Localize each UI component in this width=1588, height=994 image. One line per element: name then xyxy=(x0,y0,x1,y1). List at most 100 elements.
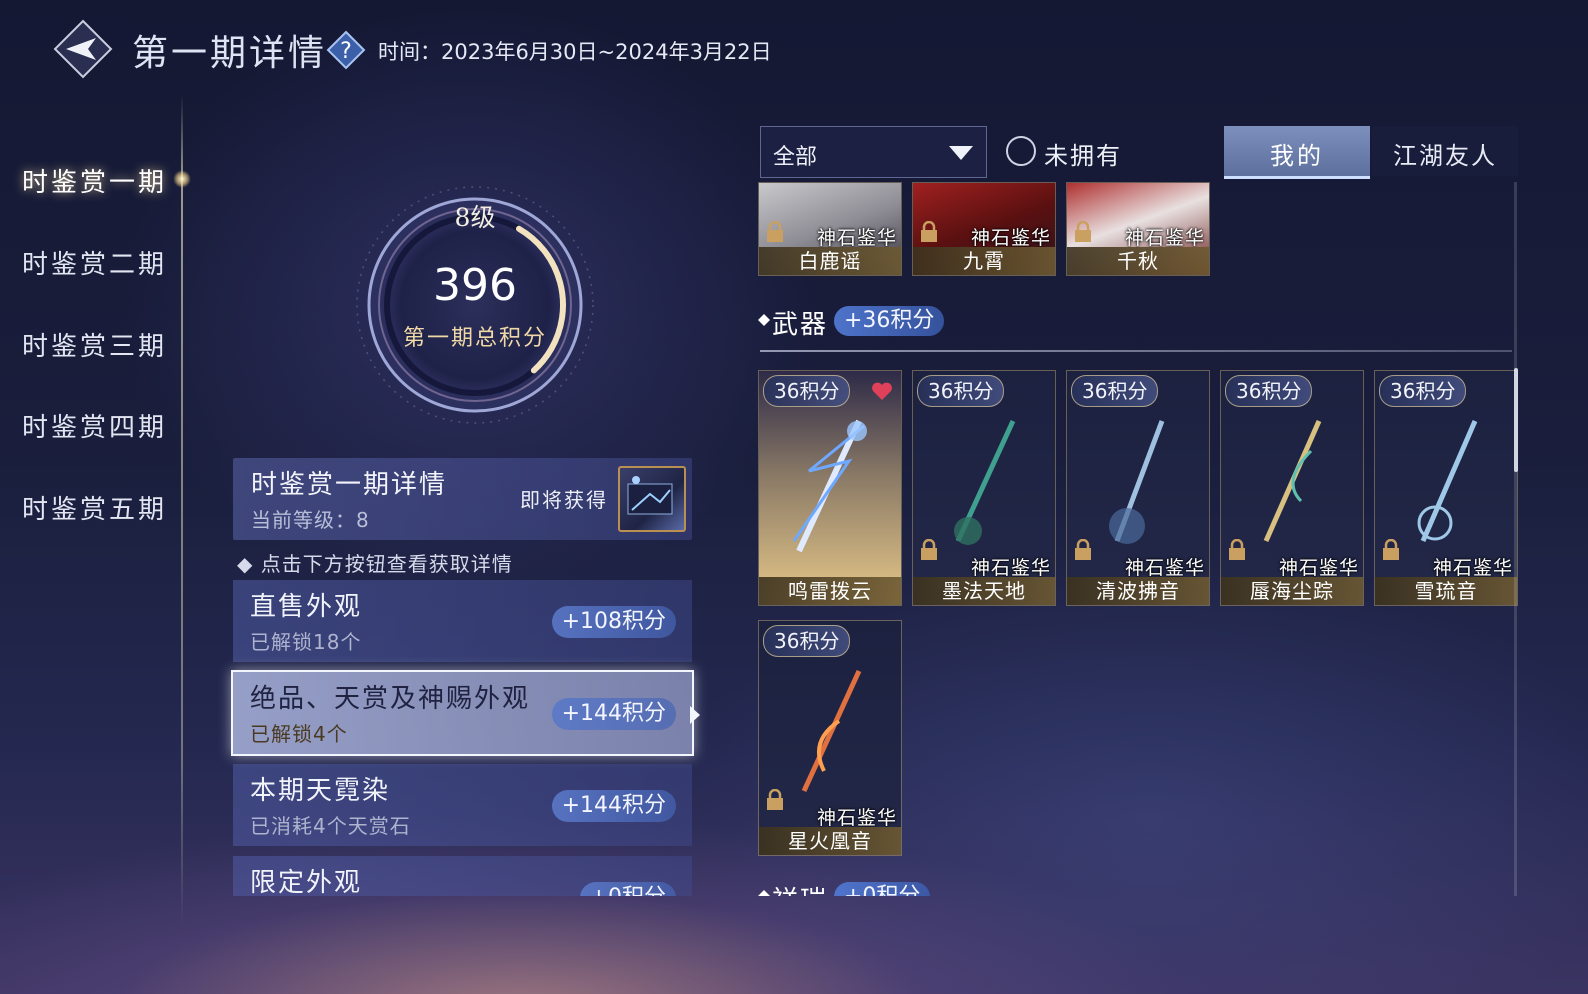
category-dye[interactable]: 本期天霓染 已消耗4个天赏石 +144积分 xyxy=(233,764,692,846)
section-badge-auspicious: +0积分 xyxy=(834,882,931,896)
card-points: 36积分 xyxy=(763,375,851,407)
weapon-image xyxy=(954,419,1016,545)
card-tag: 神石鉴华 xyxy=(970,557,1051,579)
weapon-image xyxy=(792,419,867,553)
scrollbar-track[interactable] xyxy=(1514,182,1517,896)
category-points-badge: +144积分 xyxy=(551,698,676,730)
detail-title: 时鉴赏一期详情 xyxy=(251,470,448,500)
weapon-card-xueliuyin[interactable]: 36积分 神石鉴华 雪琉音 xyxy=(1374,370,1518,606)
category-title: 直售外观 xyxy=(250,592,363,622)
lock-icon xyxy=(1075,221,1091,242)
card-points: 36积分 xyxy=(1071,375,1159,407)
level-label: 8级 xyxy=(454,203,496,232)
lock-icon xyxy=(1383,539,1399,560)
favorite-heart-icon[interactable] xyxy=(871,381,893,401)
card-tag: 神石鉴华 xyxy=(816,807,897,829)
card-tag: 神石鉴华 xyxy=(970,227,1051,249)
card-name: 白鹿谣 xyxy=(759,247,901,275)
help-button[interactable]: ? xyxy=(326,30,366,70)
item-card-qianqiu[interactable]: 神石鉴华 千秋 xyxy=(1066,182,1210,276)
lock-icon xyxy=(767,789,783,810)
total-score: 396 xyxy=(433,260,517,311)
section-diamond-icon xyxy=(758,314,770,326)
section-divider xyxy=(760,350,1512,352)
time-range-label: 时间：2023年6月30日~2024年3月22日 xyxy=(378,40,772,64)
card-tag: 神石鉴华 xyxy=(1124,557,1205,579)
nav-item-period-2[interactable]: 时鉴赏二期 xyxy=(22,244,167,281)
category-direct-sale[interactable]: 直售外观 已解锁18个 +108积分 xyxy=(233,580,692,662)
category-title: 绝品、天赏及神赐外观 xyxy=(250,684,531,714)
svg-text:?: ? xyxy=(340,39,352,64)
tab-mine[interactable]: 我的 xyxy=(1224,126,1370,179)
tab-mine-label: 我的 xyxy=(1270,142,1324,170)
card-tag: 神石鉴华 xyxy=(1124,227,1205,249)
card-name: 千秋 xyxy=(1067,247,1209,275)
weapon-image xyxy=(1417,420,1478,542)
hint-text: ◆ 点击下方按钮查看获取详情 xyxy=(237,552,513,576)
section-diamond-icon xyxy=(758,890,770,896)
back-button[interactable] xyxy=(52,18,114,80)
category-subtitle: 已解锁4个 xyxy=(250,722,348,746)
total-score-label: 第一期总积分 xyxy=(402,326,547,351)
category-premium-appearance[interactable]: 绝品、天赏及神赐外观 已解锁4个 +144积分 xyxy=(231,670,694,756)
current-level: 当前等级：8 xyxy=(251,508,370,532)
back-arrow-icon xyxy=(53,19,113,79)
unowned-label[interactable]: 未拥有 xyxy=(1044,136,1122,171)
upcoming-reward-label: 即将获得 xyxy=(520,488,608,512)
upcoming-reward-thumbnail[interactable] xyxy=(618,466,686,532)
period-detail-panel: 时鉴赏一期详情 当前等级：8 即将获得 xyxy=(233,458,692,540)
card-tag: 神石鉴华 xyxy=(816,227,897,249)
weapon-card-qingbofuyin[interactable]: 36积分 神石鉴华 清波拂音 xyxy=(1066,370,1210,606)
item-card-bailuyao[interactable]: 神石鉴华 白鹿谣 xyxy=(758,182,902,276)
nav-item-period-5[interactable]: 时鉴赏五期 xyxy=(22,489,167,526)
weapon-card-xinghuohuangyin[interactable]: 36积分 神石鉴华 星火凰音 xyxy=(758,620,902,856)
filter-value: 全部 xyxy=(773,145,818,170)
reward-preview-icon xyxy=(627,476,673,515)
nav-item-period-3[interactable]: 时鉴赏三期 xyxy=(22,326,167,363)
lock-icon xyxy=(767,221,783,242)
scrollbar-thumb[interactable] xyxy=(1514,368,1518,472)
card-name: 雪琉音 xyxy=(1375,577,1517,605)
lock-icon xyxy=(921,539,937,560)
unowned-radio[interactable] xyxy=(1006,136,1036,166)
nav-item-period-4[interactable]: 时鉴赏四期 xyxy=(22,407,167,444)
category-subtitle: 已消耗4个天赏石 xyxy=(250,814,411,838)
help-icon: ? xyxy=(326,30,366,70)
score-ring: 8级 396 第一期总积分 xyxy=(340,180,610,450)
tab-friends[interactable]: 江湖友人 xyxy=(1372,126,1518,176)
card-name: 鸣雷拨云 xyxy=(759,577,901,605)
chevron-down-icon xyxy=(949,146,973,160)
nav-item-period-1[interactable]: 时鉴赏一期 xyxy=(22,162,167,199)
category-subtitle: 已解锁18个 xyxy=(250,630,362,654)
card-name: 清波拂音 xyxy=(1067,577,1209,605)
section-badge-weapons: +36积分 xyxy=(834,306,945,336)
lock-icon xyxy=(1229,539,1245,560)
item-list[interactable]: 神石鉴华 白鹿谣 神石鉴华 九霄 神石鉴华 千秋 武器 +36积分 36积分 鸣… xyxy=(758,182,1518,896)
active-nav-sparkle xyxy=(173,170,191,188)
weapon-card-mingleiboyun[interactable]: 36积分 鸣雷拨云 xyxy=(758,370,902,606)
category-title: 本期天霓染 xyxy=(250,776,391,806)
card-tag: 神石鉴华 xyxy=(1432,557,1513,579)
section-title-weapons: 武器 xyxy=(772,310,829,340)
card-points: 36积分 xyxy=(917,375,1005,407)
card-name: 蜃海尘踪 xyxy=(1221,577,1363,605)
card-tag: 神石鉴华 xyxy=(1278,557,1359,579)
filter-dropdown[interactable]: 全部 xyxy=(760,126,987,178)
category-points-badge: +108积分 xyxy=(551,606,676,638)
lock-icon xyxy=(921,221,937,242)
item-card-jiuxiao[interactable]: 神石鉴华 九霄 xyxy=(912,182,1056,276)
tab-friends-label: 江湖友人 xyxy=(1393,142,1497,170)
category-points-badge: +144积分 xyxy=(551,790,676,822)
lock-icon xyxy=(1075,539,1091,560)
weapon-card-shenhaichenzong[interactable]: 36积分 神石鉴华 蜃海尘踪 xyxy=(1220,370,1364,606)
card-points: 36积分 xyxy=(1225,375,1313,407)
nav-divider xyxy=(181,95,183,925)
card-name: 墨法天地 xyxy=(913,577,1055,605)
weapon-image xyxy=(1109,420,1165,544)
card-name: 九霄 xyxy=(913,247,1055,275)
weapon-image xyxy=(1263,419,1322,543)
active-category-pointer xyxy=(690,706,700,724)
category-limited[interactable]: 限定外观 +0积分 xyxy=(233,856,692,896)
card-points: 36积分 xyxy=(1379,375,1467,407)
weapon-card-mofatiandi[interactable]: 36积分 神石鉴华 墨法天地 xyxy=(912,370,1056,606)
